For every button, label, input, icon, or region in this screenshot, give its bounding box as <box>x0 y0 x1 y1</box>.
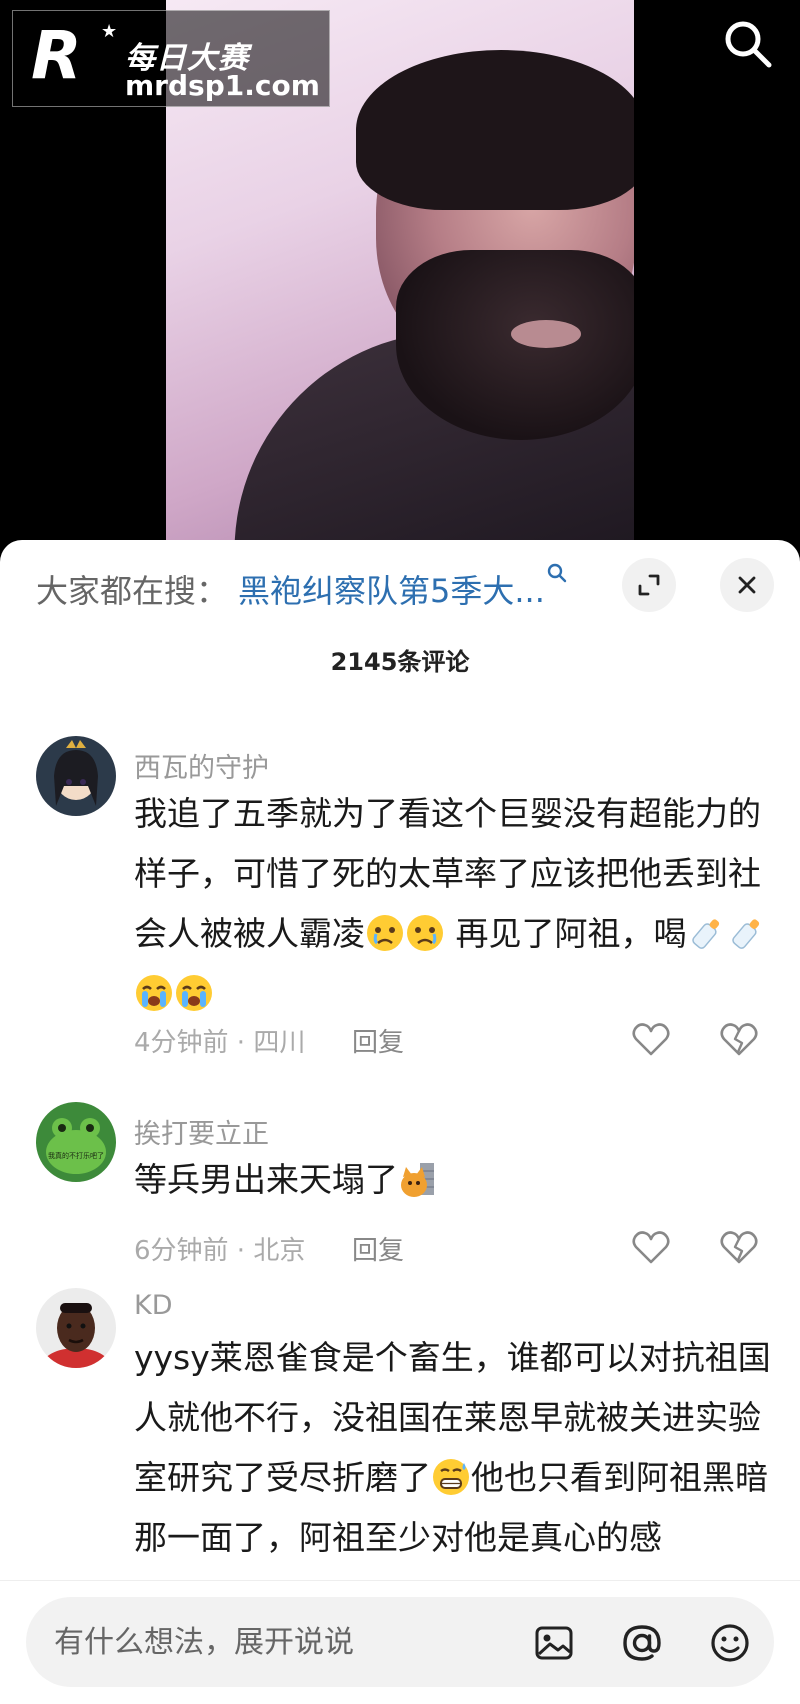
comment-item: 我真的不打乐吧了 挨打要立正 等兵男出来天塌了 6分钟前 · 北京 回复 <box>0 1102 800 1282</box>
avatar[interactable]: 我真的不打乐吧了 <box>36 1102 116 1182</box>
loudly-crying-emoji-icon <box>136 975 172 1011</box>
comment-username[interactable]: 挨打要立正 <box>134 1112 269 1151</box>
frog-avatar-image: 我真的不打乐吧了 <box>36 1102 116 1182</box>
emoji-icon[interactable] <box>706 1619 754 1667</box>
at-icon[interactable] <box>618 1619 666 1667</box>
reply-button[interactable]: 回复 <box>352 1230 404 1267</box>
frog-avatar-caption: 我真的不打乐吧了 <box>48 1151 104 1160</box>
broken-heart-icon[interactable] <box>718 1018 760 1060</box>
man-avatar-image <box>36 1288 116 1368</box>
watermark-logo: R ★ 每日大赛 mrdsp1.com <box>12 10 330 107</box>
heart-icon[interactable] <box>630 1226 672 1268</box>
search-icon <box>725 21 772 68</box>
watermark-mark: R <box>31 17 82 94</box>
video-figure-beard <box>396 250 634 440</box>
grimacing-sweat-emoji-icon <box>433 1459 469 1495</box>
comment-meta: 6分钟前 · 北京 <box>134 1236 306 1266</box>
cat-sticker-emoji-icon <box>401 1163 434 1197</box>
watermark-brand-url: mrdsp1.com <box>125 69 320 102</box>
comment-username[interactable]: KD <box>134 1290 173 1321</box>
image-icon[interactable] <box>530 1619 578 1667</box>
avatar[interactable] <box>36 1288 116 1368</box>
broken-heart-icon[interactable] <box>718 1226 760 1268</box>
baby-bottle-emoji-icon <box>691 919 719 949</box>
expand-icon <box>638 574 660 596</box>
close-icon <box>738 576 756 594</box>
comment-input[interactable] <box>54 1619 514 1665</box>
anime-girl-avatar-image <box>36 736 116 816</box>
comment-input-container <box>26 1597 774 1687</box>
search-button[interactable] <box>720 16 776 72</box>
comment-input-bar <box>0 1580 800 1704</box>
comment-sheet: 大家都在搜： 黑袍纠察队第5季大... 2145条评论 西瓦的守护 我追了五季就… <box>0 540 800 1704</box>
comment-meta: 4分钟前 · 四川 <box>134 1028 306 1058</box>
comment-item: KD yysy莱恩雀食是个畜生，谁都可以对抗祖国人就他不行，没祖国在莱恩早就被关… <box>0 1288 800 1628</box>
comment-count: 2145条评论 <box>330 648 470 676</box>
crying-face-emoji-icon <box>367 915 403 951</box>
baby-bottle-emoji-icon <box>731 919 759 949</box>
small-search-icon[interactable] <box>546 562 568 584</box>
reply-button[interactable]: 回复 <box>352 1022 404 1059</box>
avatar[interactable] <box>36 736 116 816</box>
expand-button[interactable] <box>622 558 676 612</box>
comment-text-part: 再见了阿祖，喝 <box>445 914 687 953</box>
trending-search-prefix: 大家都在搜： <box>36 572 229 610</box>
video-figure-hair <box>356 50 634 210</box>
loudly-crying-emoji-icon <box>176 975 212 1011</box>
comment-text-part: 等兵男出来天塌了 <box>134 1160 398 1199</box>
close-button[interactable] <box>720 558 774 612</box>
heart-icon[interactable] <box>630 1018 672 1060</box>
trending-search-link[interactable]: 黑袍纠察队第5季大... <box>238 566 545 612</box>
comment-text: 我追了五季就为了看这个巨婴没有超能力的样子，可惜了死的太草率了应该把他丢到社会人… <box>134 784 774 1024</box>
trending-search-row: 大家都在搜： 黑袍纠察队第5季大... <box>0 556 800 616</box>
comment-item: 西瓦的守护 我追了五季就为了看这个巨婴没有超能力的样子，可惜了死的太草率了应该把… <box>0 736 800 1066</box>
video-figure-mouth <box>511 320 581 348</box>
comment-text: 等兵男出来天塌了 <box>134 1150 774 1210</box>
video-player[interactable]: R ★ 每日大赛 mrdsp1.com <box>0 0 800 550</box>
comment-username[interactable]: 西瓦的守护 <box>134 746 269 785</box>
crying-face-emoji-icon <box>407 915 443 951</box>
star-icon: ★ <box>101 21 118 42</box>
comment-text: yysy莱恩雀食是个畜生，谁都可以对抗祖国人就他不行，没祖国在莱恩早就被关进实验… <box>134 1328 774 1568</box>
